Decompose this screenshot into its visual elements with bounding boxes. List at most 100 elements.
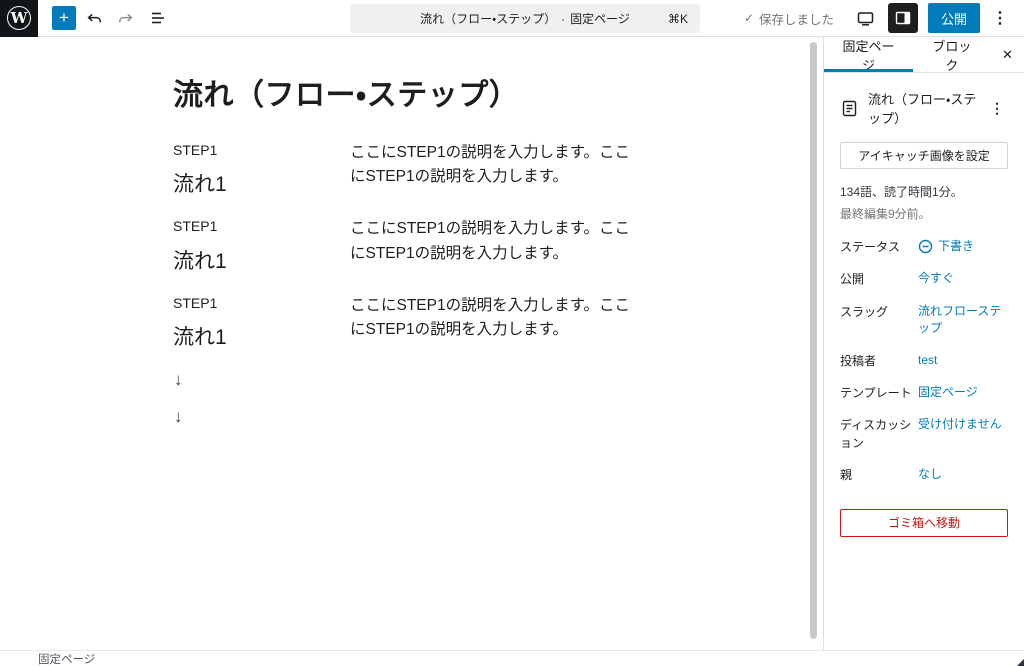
field-label-template: テンプレート bbox=[840, 384, 918, 402]
flow-step-left: STEP1 流れ1 bbox=[173, 141, 350, 198]
step-description: ここにSTEP1の説明を入力します。ここにSTEP1の説明を入力します。 bbox=[350, 141, 638, 198]
sidebar-panel-icon bbox=[894, 9, 912, 27]
field-value-discussion: 受け付けません bbox=[918, 416, 1002, 433]
document-title-button[interactable]: 流れ（フロー・ステップ） · 固定ページ ⌘K bbox=[350, 4, 700, 33]
field-row-template: テンプレート固定ページ bbox=[840, 384, 1008, 402]
sidebar-tabs: 固定ページブロック ✕ bbox=[824, 37, 1024, 73]
field-value-author-button[interactable]: test bbox=[918, 352, 937, 369]
field-row-parent: 親なし bbox=[840, 466, 1008, 484]
saved-status-label: 保存しました bbox=[759, 9, 834, 28]
page-icon bbox=[840, 99, 859, 118]
topbar-actions: ✓ 保存しました 公開 ⋮ bbox=[744, 3, 1024, 33]
field-value-template-button[interactable]: 固定ページ bbox=[918, 384, 978, 401]
step-title: 流れ1 bbox=[173, 324, 350, 351]
editor-footer-bar: 固定ページ bbox=[0, 650, 1024, 666]
move-to-trash-button[interactable]: ゴミ箱へ移動 bbox=[840, 509, 1008, 537]
scrollbar-thumb[interactable] bbox=[810, 42, 817, 639]
list-view-icon bbox=[148, 8, 168, 28]
settings-sidebar: 固定ページブロック ✕ 流れ（フロー・ステップ） ⋮ アイキャッ bbox=[823, 37, 1024, 650]
step-label: STEP1 bbox=[173, 141, 350, 159]
canvas-scrollbar[interactable] bbox=[810, 42, 817, 645]
list-view-button[interactable] bbox=[144, 4, 172, 32]
field-value-status-button[interactable]: 下書き bbox=[918, 238, 974, 255]
block-inserter-button[interactable]: + bbox=[52, 6, 76, 30]
post-content: 流れ（フロー・ステップ） STEP1流れ1ここにSTEP1の説明を入力します。こ… bbox=[173, 76, 638, 427]
sidebar-tab-list: 固定ページブロック bbox=[824, 37, 991, 72]
close-icon: ✕ bbox=[1002, 47, 1013, 63]
field-label-author: 投稿者 bbox=[840, 352, 918, 370]
tab-固定ページ[interactable]: 固定ページ bbox=[824, 37, 913, 72]
set-featured-image-button[interactable]: アイキャッチ画像を設定 bbox=[840, 142, 1008, 169]
step-description: ここにSTEP1の説明を入力します。ここにSTEP1の説明を入力します。 bbox=[350, 217, 638, 274]
field-row-status: ステータス 下書き bbox=[840, 238, 1008, 256]
down-arrow-block[interactable]: ↓ bbox=[174, 407, 638, 427]
post-title[interactable]: 流れ（フロー・ステップ） bbox=[173, 76, 638, 115]
field-value-slug: 流れフローステップ bbox=[918, 303, 1008, 338]
saved-status-button[interactable]: ✓ 保存しました bbox=[744, 9, 834, 28]
flow-step-left: STEP1 流れ1 bbox=[173, 294, 350, 351]
document-type: 固定ページ bbox=[570, 10, 630, 27]
step-title: 流れ1 bbox=[173, 171, 350, 198]
editor-canvas[interactable]: 流れ（フロー・ステップ） STEP1流れ1ここにSTEP1の説明を入力します。こ… bbox=[0, 37, 823, 650]
field-value-author: test bbox=[918, 352, 937, 369]
field-label-parent: 親 bbox=[840, 466, 918, 484]
tab-ブロック[interactable]: ブロック bbox=[913, 37, 991, 72]
word-count-text: 134語、読了時間1分。 bbox=[840, 183, 1008, 200]
check-icon: ✓ bbox=[744, 11, 754, 25]
step-title: 流れ1 bbox=[173, 248, 350, 275]
field-value-slug-button[interactable]: 流れフローステップ bbox=[918, 303, 1008, 338]
field-value-publish-date: 今すぐ bbox=[918, 270, 954, 287]
flow-step-left: STEP1 流れ1 bbox=[173, 217, 350, 274]
field-row-author: 投稿者test bbox=[840, 352, 1008, 370]
undo-icon bbox=[84, 8, 104, 28]
field-value-template: 固定ページ bbox=[918, 384, 978, 401]
flow-step-block[interactable]: STEP1 流れ1ここにSTEP1の説明を入力します。ここにSTEP1の説明を入力… bbox=[173, 294, 638, 351]
page-settings-panel: 流れ（フロー・ステップ） ⋮ アイキャッチ画像を設定 134語、読了時間1分。 … bbox=[824, 73, 1024, 553]
field-row-publish-date: 公開今すぐ bbox=[840, 270, 1008, 288]
editor-main: 流れ（フロー・ステップ） STEP1流れ1ここにSTEP1の説明を入力します。こ… bbox=[0, 37, 1024, 650]
summary-header: 流れ（フロー・ステップ） ⋮ bbox=[840, 89, 1008, 127]
redo-icon bbox=[116, 8, 136, 28]
undo-button[interactable] bbox=[80, 4, 108, 32]
field-label-slug: スラッグ bbox=[840, 303, 918, 321]
step-label: STEP1 bbox=[173, 294, 350, 312]
redo-button[interactable] bbox=[112, 4, 140, 32]
publish-button[interactable]: 公開 bbox=[928, 3, 980, 33]
window-resize-handle[interactable] bbox=[1017, 659, 1024, 666]
field-label-publish-date: 公開 bbox=[840, 270, 918, 288]
flow-step-block[interactable]: STEP1 流れ1ここにSTEP1の説明を入力します。ここにSTEP1の説明を入力… bbox=[173, 217, 638, 274]
field-row-discussion: ディスカッション受け付けません bbox=[840, 416, 1008, 452]
step-label: STEP1 bbox=[173, 217, 350, 235]
command-shortcut: ⌘K bbox=[668, 12, 688, 26]
breadcrumb[interactable]: 固定ページ bbox=[38, 651, 95, 666]
field-value-publish-date-button[interactable]: 今すぐ bbox=[918, 270, 954, 287]
flow-steps-block: STEP1流れ1ここにSTEP1の説明を入力します。ここにSTEP1の説明を入力… bbox=[173, 141, 638, 351]
page-actions-menu-button[interactable]: ⋮ bbox=[986, 98, 1008, 119]
field-value-parent-button[interactable]: なし bbox=[918, 466, 942, 483]
page-summary-fields: ステータス下書き公開今すぐスラッグ流れフローステップ投稿者testテンプレート固… bbox=[840, 238, 1008, 485]
field-label-discussion: ディスカッション bbox=[840, 416, 918, 452]
field-label-status: ステータス bbox=[840, 238, 918, 256]
field-value-parent: なし bbox=[918, 466, 942, 483]
settings-sidebar-toggle-button[interactable] bbox=[888, 3, 918, 33]
draft-status-icon bbox=[918, 239, 933, 254]
wordpress-block-editor: W + 流れ（フロー・ステップ） · 固定ページ ⌘K ✓ bbox=[0, 0, 1024, 666]
document-title-separator: · bbox=[561, 12, 565, 26]
sidebar-document-title: 流れ（フロー・ステップ） bbox=[868, 89, 986, 127]
document-title: 流れ（フロー・ステップ） bbox=[420, 10, 556, 27]
close-sidebar-button[interactable]: ✕ bbox=[991, 37, 1024, 72]
wordpress-w-icon: W bbox=[7, 6, 31, 30]
step-description: ここにSTEP1の説明を入力します。ここにSTEP1の説明を入力します。 bbox=[350, 294, 638, 351]
preview-button[interactable] bbox=[852, 4, 880, 32]
field-row-slug: スラッグ流れフローステップ bbox=[840, 303, 1008, 338]
last-edited-text: 最終編集9分前。 bbox=[840, 205, 1008, 222]
field-value-status: 下書き bbox=[938, 238, 974, 255]
wordpress-logo[interactable]: W bbox=[0, 0, 38, 37]
flow-step-block[interactable]: STEP1 流れ1ここにSTEP1の説明を入力します。ここにSTEP1の説明を入力… bbox=[173, 141, 638, 198]
monitor-icon bbox=[855, 8, 876, 28]
editor-top-bar: W + 流れ（フロー・ステップ） · 固定ページ ⌘K ✓ bbox=[0, 0, 1024, 37]
options-menu-button[interactable]: ⋮ bbox=[986, 4, 1014, 32]
field-value-discussion-button[interactable]: 受け付けません bbox=[918, 416, 1002, 433]
down-arrow-block[interactable]: ↓ bbox=[174, 370, 638, 390]
flow-arrows: ↓↓ bbox=[173, 370, 638, 427]
